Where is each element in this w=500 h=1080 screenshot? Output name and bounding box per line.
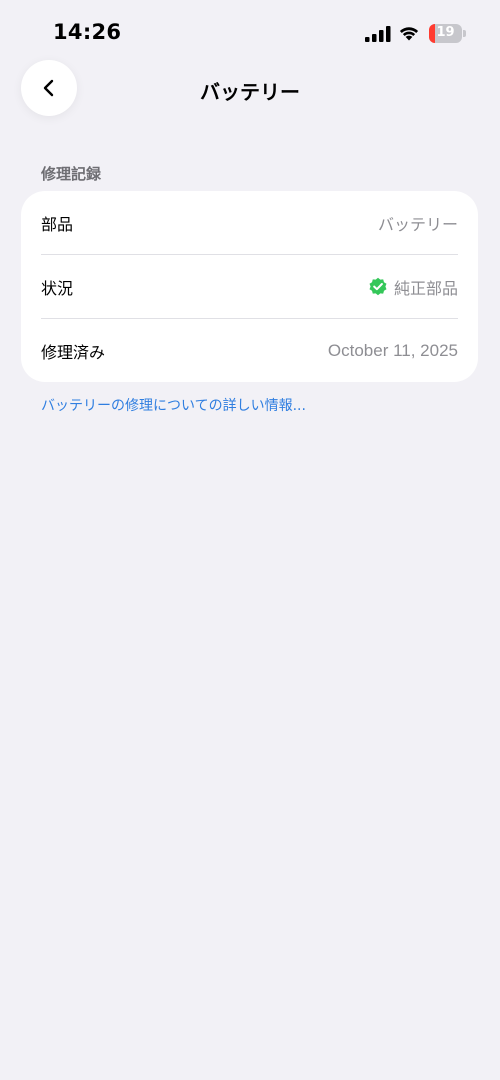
row-repaired-value-wrap: October 11, 2025 [328,341,458,361]
battery-repair-info-link[interactable]: バッテリーの修理についての詳しい情報... [41,395,306,415]
status-time: 14:26 [53,20,122,44]
page-title: バッテリー [200,80,300,104]
row-repaired-date: 修理済み October 11, 2025 [21,319,478,382]
battery-level: 19 [436,25,455,40]
battery-cap [463,30,466,37]
row-part-label: 部品 [41,214,74,234]
row-status-value: 純正部品 [393,278,458,298]
row-status: 状況 純正部品 [21,255,478,318]
row-repaired-value: October 11, 2025 [327,340,458,360]
wifi-icon [399,27,419,41]
row-status-label: 状況 [41,278,74,298]
section-header: 修理記録 [41,165,102,183]
row-part-value: バッテリー [377,214,458,234]
row-repaired-label: 修理済み [41,342,106,362]
verified-check-badge-icon [369,277,387,295]
row-part: 部品 バッテリー [21,191,478,254]
screen: 14:26 19 バッテリー 修理記録 部品 バッテリー 状況 純正部品 修理済… [0,0,500,1080]
status-bar: 14:26 19 [0,0,500,66]
battery-body: 19 [429,24,462,43]
battery-icon: 19 [429,24,467,43]
cellular-signal-icon [365,26,391,42]
repair-record-card: 部品 バッテリー 状況 純正部品 修理済み October 11, 2025 [21,191,478,382]
row-status-value-group: 純正部品 [368,275,458,299]
